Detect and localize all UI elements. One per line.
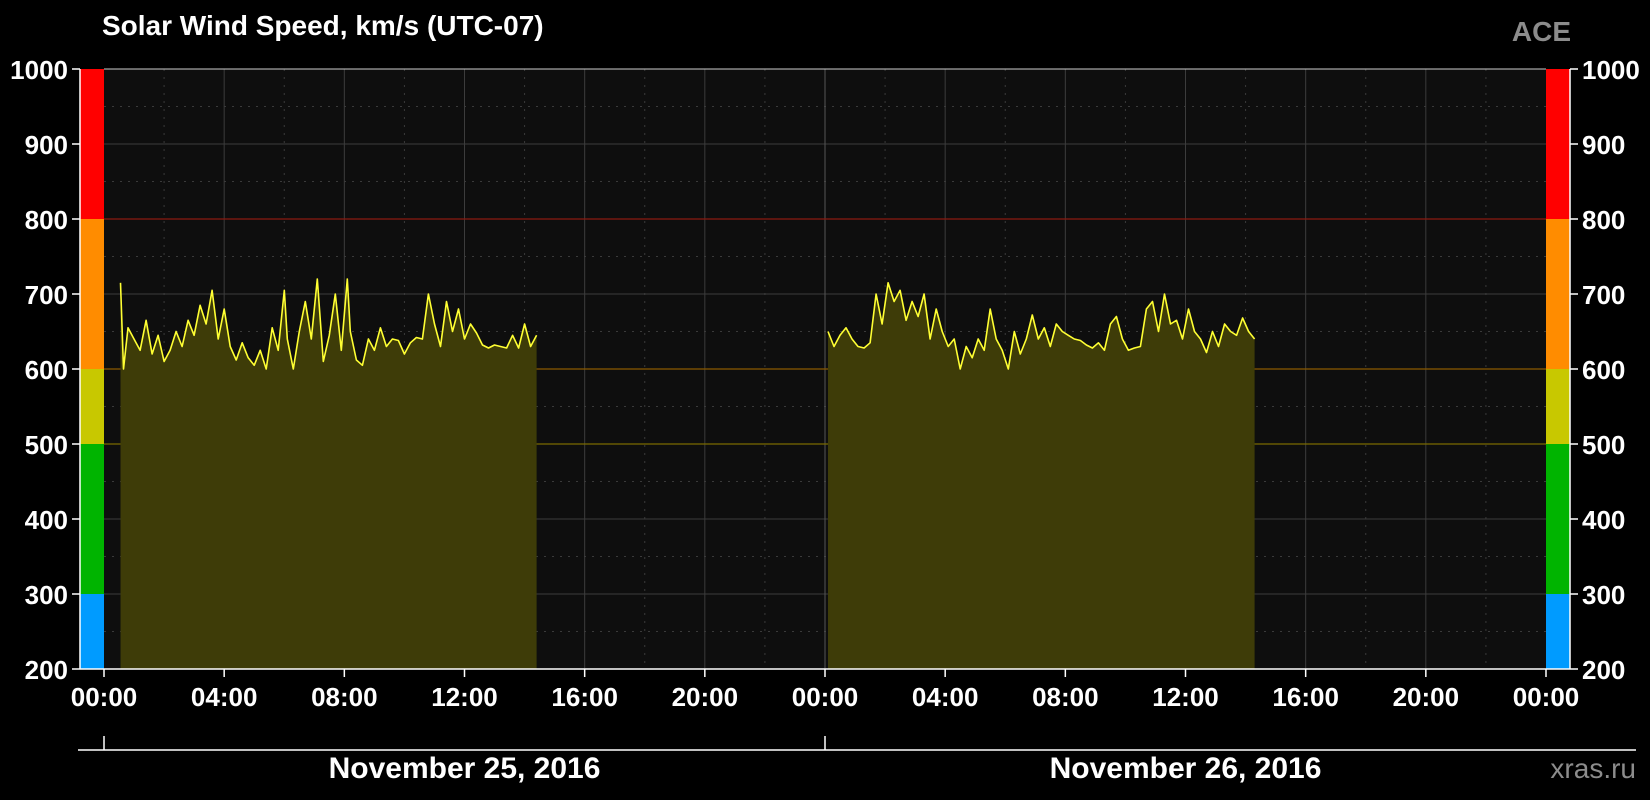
threshold-band-left [80, 369, 104, 444]
x-tick-label: 20:00 [1393, 682, 1460, 712]
x-tick-label: 00:00 [1513, 682, 1580, 712]
y-tick-label-left: 300 [25, 580, 68, 610]
threshold-band-right [1546, 69, 1570, 219]
threshold-band-left [80, 69, 104, 219]
x-tick-label: 20:00 [672, 682, 739, 712]
solar-wind-chart: 200 200 300 300 400 400 500 500 600 600 700 700 800 8… [10, 55, 1640, 751]
x-tick-label: 16:00 [1272, 682, 1339, 712]
y-tick-label-right: 300 [1582, 580, 1625, 610]
y-tick-label-left: 600 [25, 355, 68, 385]
x-tick-label: 16:00 [551, 682, 618, 712]
y-tick-label-right: 800 [1582, 205, 1625, 235]
threshold-band-left [80, 594, 104, 669]
x-tick-label: 12:00 [1152, 682, 1219, 712]
threshold-band-left [80, 444, 104, 594]
watermark: xras.ru [1550, 753, 1636, 784]
y-tick-label-right: 400 [1582, 505, 1625, 535]
y-tick-label-left: 700 [25, 280, 68, 310]
y-tick-label-left: 500 [25, 430, 68, 460]
threshold-band-left [80, 219, 104, 369]
date-label-day1: November 25, 2016 [328, 752, 601, 785]
x-tick-label: 12:00 [431, 682, 498, 712]
y-tick-label-right: 1000 [1582, 55, 1640, 85]
threshold-band-right [1546, 219, 1570, 369]
threshold-band-right [1546, 594, 1570, 669]
y-tick-label-right: 200 [1582, 655, 1625, 685]
threshold-band-right [1546, 444, 1570, 594]
y-tick-label-right: 900 [1582, 130, 1625, 160]
data-area-segment-2 [828, 282, 1255, 669]
x-tick-label: 08:00 [1032, 682, 1099, 712]
y-tick-label-left: 1000 [10, 55, 68, 85]
x-tick-label: 00:00 [71, 682, 138, 712]
y-tick-label-right: 600 [1582, 355, 1625, 385]
y-tick-label-left: 900 [25, 130, 68, 160]
source-label: ACE [1511, 16, 1571, 47]
x-tick-label: 04:00 [912, 682, 979, 712]
y-tick-label-right: 500 [1582, 430, 1625, 460]
y-tick-label-left: 400 [25, 505, 68, 535]
x-tick-label: 04:00 [191, 682, 258, 712]
y-tick-label-right: 700 [1582, 280, 1625, 310]
x-tick-label: 00:00 [792, 682, 859, 712]
date-label-day2: November 26, 2016 [1049, 752, 1322, 785]
y-tick-label-left: 800 [25, 205, 68, 235]
x-tick-label: 08:00 [311, 682, 378, 712]
chart-title: Solar Wind Speed, km/s (UTC-07) [102, 10, 544, 41]
y-tick-label-left: 200 [25, 655, 68, 685]
threshold-band-right [1546, 369, 1570, 444]
